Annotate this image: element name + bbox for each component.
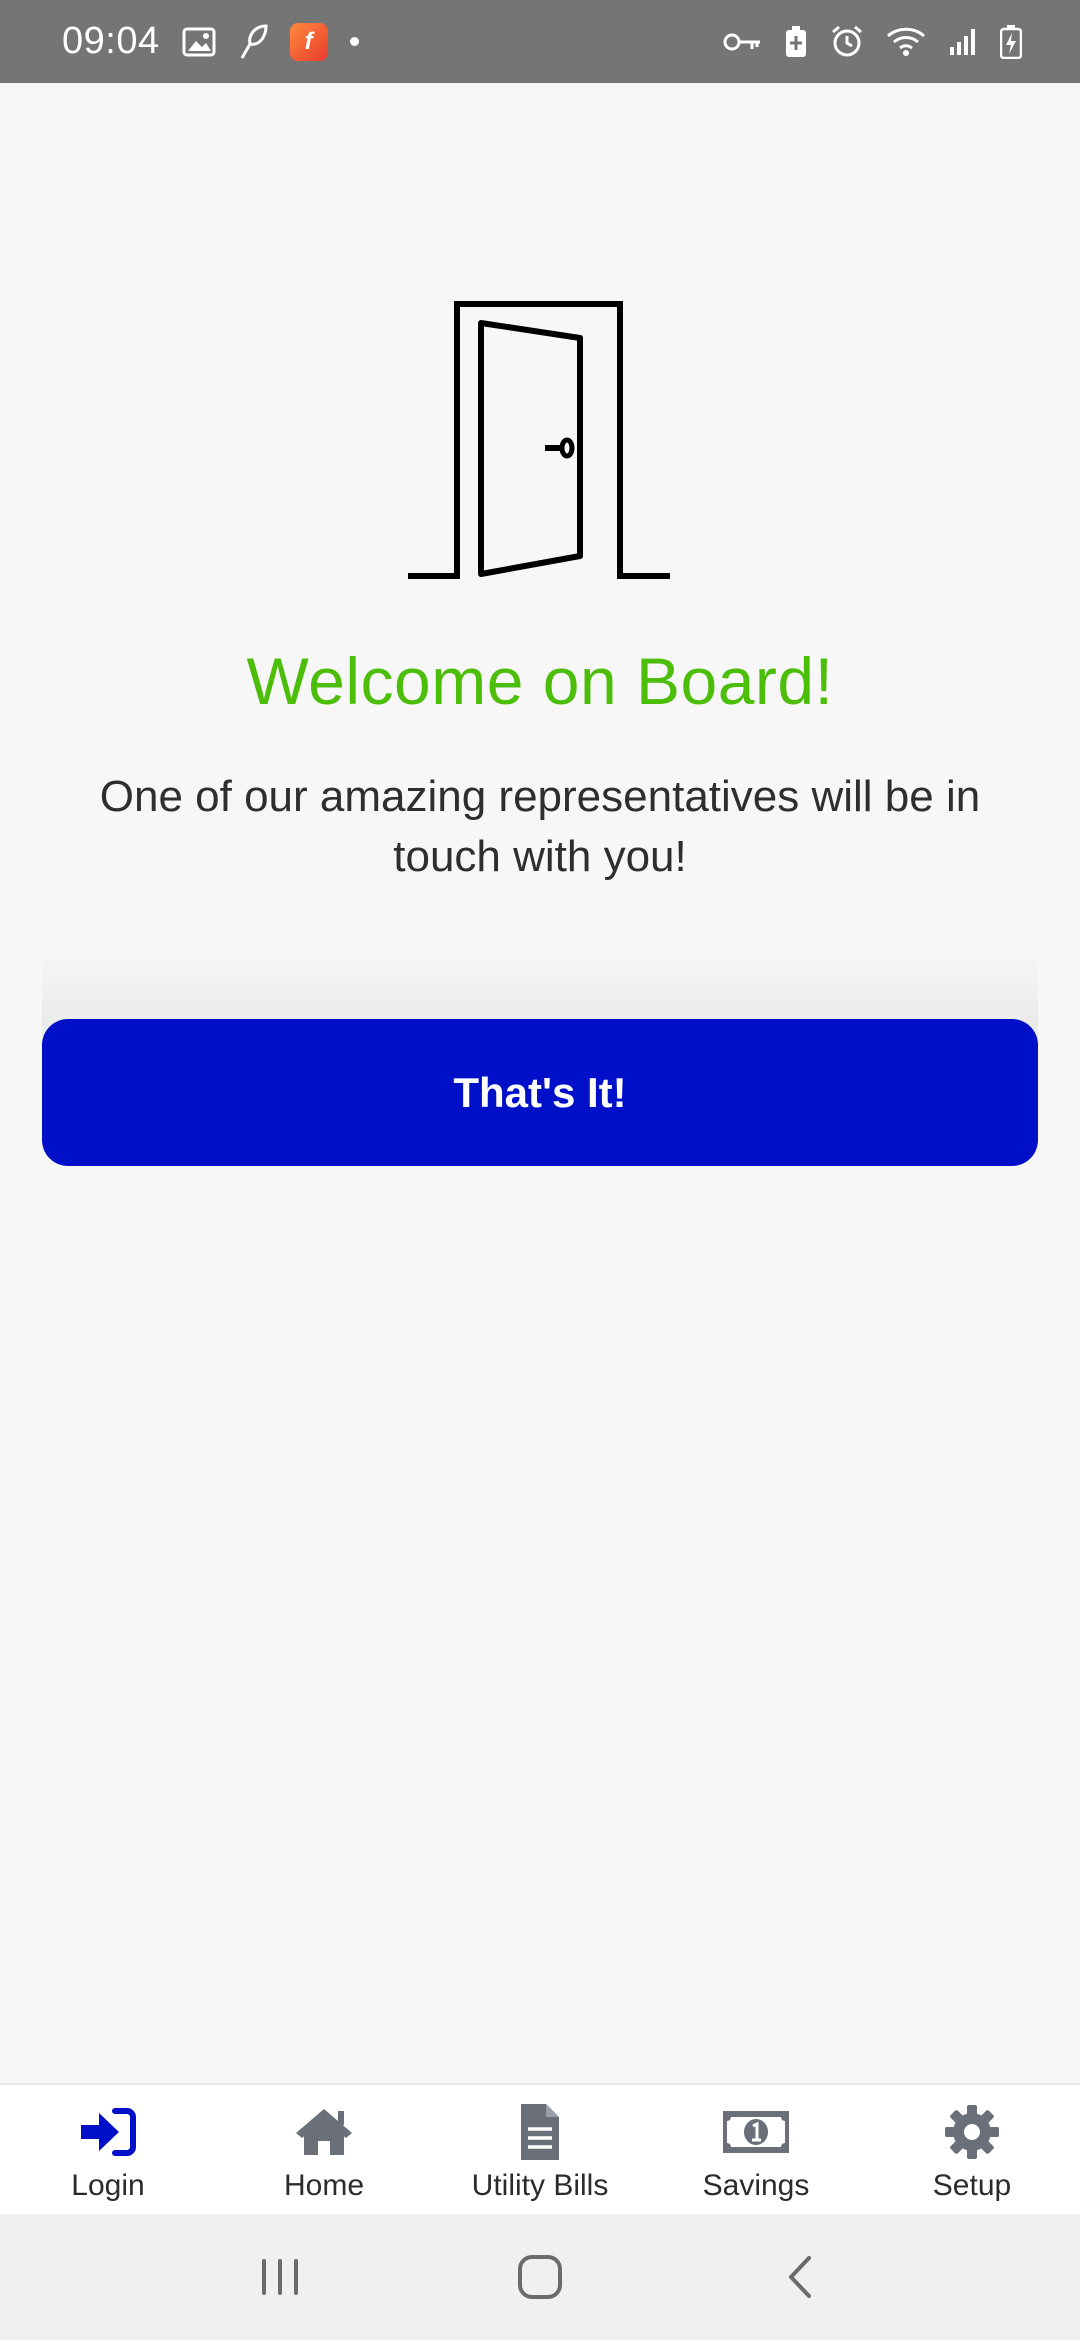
back-icon[interactable] bbox=[755, 2232, 845, 2322]
welcome-title: Welcome on Board! bbox=[246, 644, 834, 718]
system-nav-bar bbox=[0, 2214, 1080, 2340]
status-right bbox=[722, 24, 1022, 59]
vpn-key-icon bbox=[722, 30, 762, 54]
nav-item-login[interactable]: Login bbox=[0, 2085, 216, 2214]
feather-icon bbox=[238, 23, 268, 60]
battery-icon bbox=[1000, 24, 1022, 59]
bottom-nav: Login Home Utility Bills Savings Setup bbox=[0, 2083, 1080, 2214]
app-badge-icon: f bbox=[289, 22, 328, 61]
nav-label-setup: Setup bbox=[932, 2169, 1012, 2202]
recent-apps-icon[interactable] bbox=[235, 2232, 325, 2322]
nav-label-home: Home bbox=[283, 2169, 365, 2202]
gear-icon bbox=[944, 2101, 1000, 2163]
open-door-icon bbox=[408, 301, 670, 579]
nav-item-setup[interactable]: Setup bbox=[864, 2085, 1080, 2214]
status-left: 09:04 f bbox=[62, 20, 359, 63]
main-content: Welcome on Board! One of our amazing rep… bbox=[0, 83, 1080, 2083]
battery-saver-icon bbox=[784, 25, 808, 59]
status-time: 09:04 bbox=[62, 20, 160, 62]
document-icon bbox=[518, 2101, 562, 2163]
welcome-subtitle: One of our amazing representatives will … bbox=[99, 772, 981, 881]
gallery-icon bbox=[182, 27, 216, 57]
nav-item-home[interactable]: Home bbox=[216, 2085, 432, 2214]
login-icon bbox=[79, 2101, 137, 2163]
status-bar: 09:04 f bbox=[0, 0, 1080, 83]
nav-label-savings: Savings bbox=[702, 2169, 810, 2202]
nav-label-utility-bills: Utility Bills bbox=[471, 2169, 609, 2202]
nav-label-login: Login bbox=[71, 2169, 145, 2202]
nav-item-savings[interactable]: Savings bbox=[648, 2085, 864, 2214]
wifi-icon bbox=[886, 26, 926, 58]
home-icon bbox=[294, 2101, 354, 2163]
thats-it-button[interactable]: That's It! bbox=[42, 1019, 1038, 1166]
home-button-icon[interactable] bbox=[495, 2232, 585, 2322]
alarm-icon bbox=[830, 25, 864, 59]
dot-icon bbox=[349, 37, 359, 46]
money-bill-icon bbox=[721, 2101, 791, 2163]
signal-icon bbox=[948, 27, 978, 57]
nav-item-utility-bills[interactable]: Utility Bills bbox=[432, 2085, 648, 2214]
